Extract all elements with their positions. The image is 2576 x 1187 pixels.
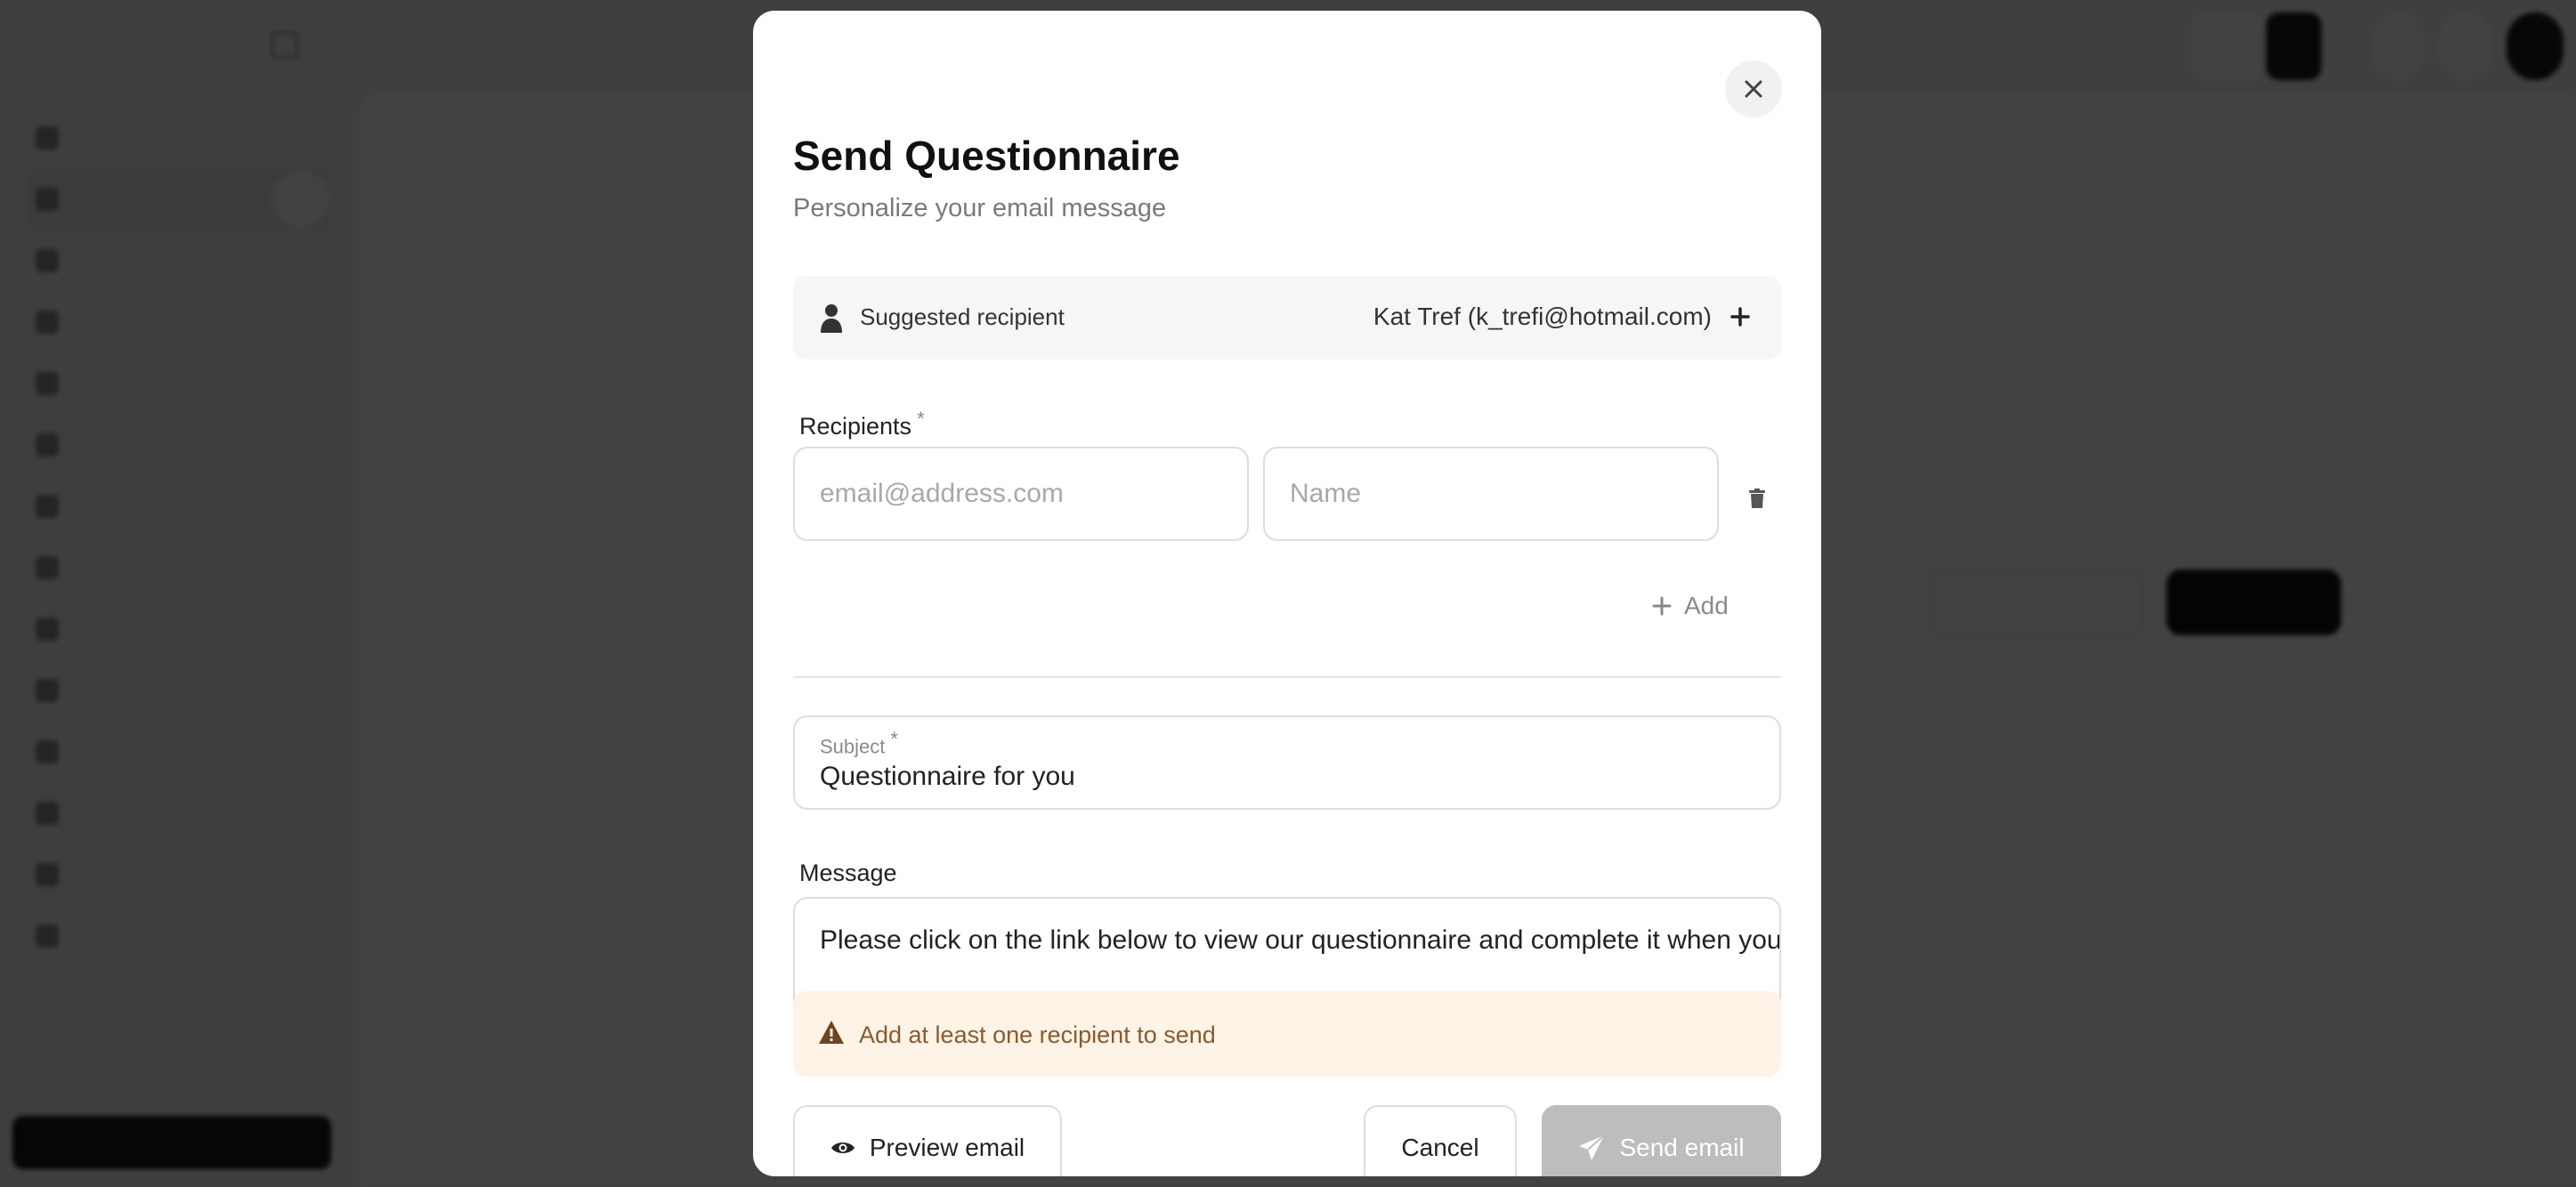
modal-title: Send Questionnaire [793, 133, 1180, 179]
recipient-email-input[interactable] [793, 447, 1249, 541]
subject-label: Subject * [820, 728, 898, 758]
close-icon [1745, 80, 1762, 98]
recipients-label-text: Recipients [799, 413, 912, 440]
required-mark: * [917, 408, 925, 430]
suggested-recipient-label: Suggested recipient [860, 303, 1065, 330]
suggested-recipient-value: Kat Tref (k_trefi@hotmail.com) [1373, 303, 1712, 330]
send-email-button[interactable]: Send email [1542, 1105, 1781, 1176]
add-recipient-button[interactable]: Add [1652, 584, 1729, 628]
modal-subtitle: Personalize your email message [793, 194, 1167, 222]
send-icon [1579, 1135, 1606, 1160]
recipient-name-input[interactable] [1263, 447, 1719, 541]
warning-banner: Add at least one recipient to send [793, 991, 1781, 1077]
suggested-recipient-row: Suggested recipient Kat Tref (k_trefi@ho… [793, 276, 1781, 359]
add-recipient-label: Add [1684, 592, 1729, 619]
plus-icon [1652, 596, 1672, 616]
preview-email-label: Preview email [869, 1134, 1025, 1161]
trash-icon [1749, 489, 1765, 508]
cancel-button[interactable]: Cancel [1364, 1105, 1517, 1176]
subject-value: Questionnaire for you [820, 762, 1075, 791]
plus-icon [1730, 307, 1750, 327]
cancel-label: Cancel [1401, 1134, 1479, 1161]
eye-icon [830, 1143, 855, 1153]
add-suggested-recipient-button[interactable] [1724, 301, 1756, 333]
close-button[interactable] [1725, 61, 1782, 117]
subject-field[interactable]: Subject * Questionnaire for you [793, 715, 1781, 810]
warning-text: Add at least one recipient to send [859, 1021, 1216, 1048]
subject-label-text: Subject [820, 735, 886, 758]
send-questionnaire-modal: Send Questionnaire Personalize your emai… [753, 11, 1821, 1176]
recipients-label: Recipients * [799, 408, 925, 440]
message-label: Message [799, 860, 897, 886]
send-email-label: Send email [1619, 1134, 1745, 1161]
required-mark: * [890, 728, 898, 750]
remove-recipient-button[interactable] [1743, 480, 1771, 516]
preview-email-button[interactable]: Preview email [793, 1105, 1062, 1176]
warning-icon [819, 1021, 844, 1044]
divider [793, 676, 1781, 678]
message-value: Please click on the link below to view o… [820, 925, 1781, 955]
person-icon [821, 304, 842, 333]
